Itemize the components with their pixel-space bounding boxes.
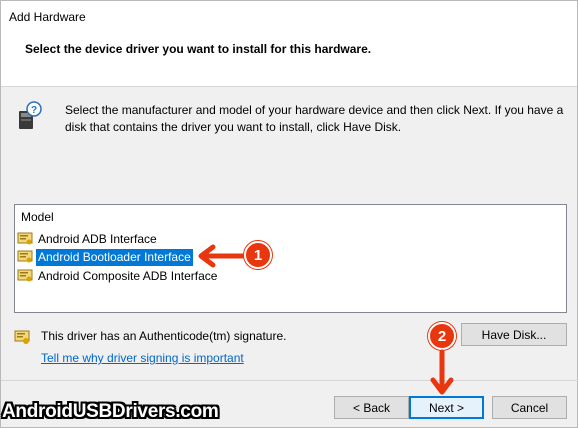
model-item-label: Android ADB Interface (38, 231, 157, 246)
model-item-label: Android Composite ADB Interface (38, 268, 218, 283)
dialog-header: Add Hardware Select the device driver yo… (1, 1, 577, 87)
model-item-bootloader-interface[interactable]: Android Bootloader Interface (17, 247, 194, 267)
model-listbox[interactable]: Model Android ADB Interface Android Boot… (14, 204, 567, 313)
model-column-header: Model (21, 210, 54, 224)
page-heading: Select the device driver you want to ins… (25, 42, 372, 56)
back-button[interactable]: < Back (334, 396, 409, 419)
step-2-badge: 2 (428, 322, 456, 350)
model-item-adb-interface[interactable]: Android ADB Interface (17, 230, 159, 248)
window-title: Add Hardware (9, 10, 86, 24)
driver-certificate-icon (17, 250, 33, 263)
next-button[interactable]: Next > (409, 396, 484, 419)
step-2-arrow-icon (430, 349, 454, 395)
add-hardware-dialog: Add Hardware Select the device driver yo… (0, 0, 578, 428)
model-item-label: Android Bootloader Interface (35, 247, 194, 267)
svg-text:?: ? (31, 105, 37, 116)
driver-certificate-icon (17, 232, 33, 245)
signature-status-text: This driver has an Authenticode(tm) sign… (41, 329, 287, 343)
cancel-button[interactable]: Cancel (492, 396, 567, 419)
intro-text: Select the manufacturer and model of you… (65, 103, 564, 134)
site-watermark: AndroidUSBDrivers.com (2, 401, 219, 422)
hardware-question-icon: ? (19, 101, 42, 129)
have-disk-button[interactable]: Have Disk... (461, 323, 567, 346)
model-item-composite-adb-interface[interactable]: Android Composite ADB Interface (17, 267, 219, 285)
driver-certificate-icon (17, 269, 33, 282)
footer-divider (1, 380, 578, 381)
step-1-arrow-icon (198, 244, 246, 268)
step-1-badge: 1 (244, 241, 272, 269)
driver-signing-help-link[interactable]: Tell me why driver signing is important (41, 351, 244, 365)
signature-certificate-icon (14, 330, 30, 344)
